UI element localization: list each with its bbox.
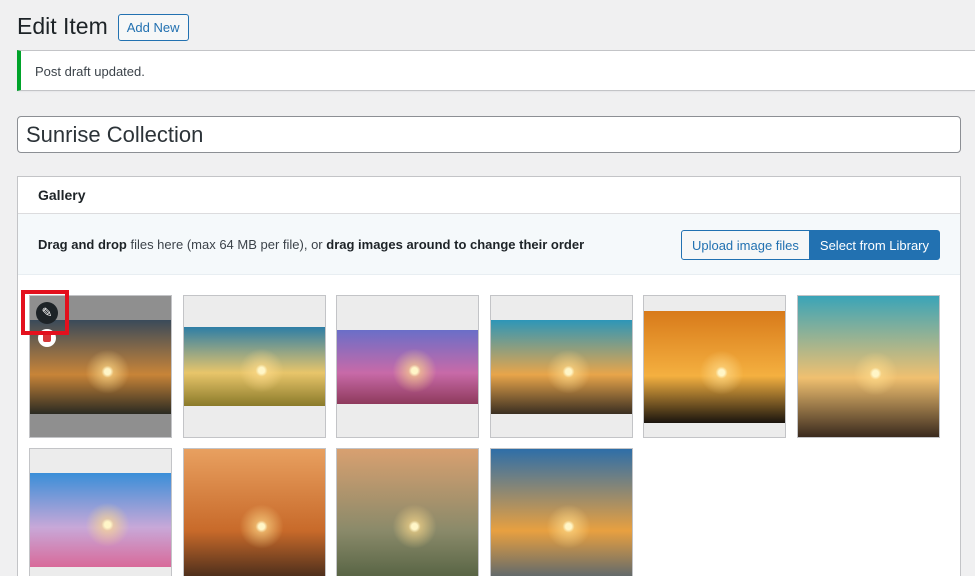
upload-dropzone[interactable]: Drag and drop files here (max 64 MB per … xyxy=(18,214,960,275)
gallery-tile-sun-behind-hills[interactable] xyxy=(797,295,940,438)
page-title: Edit Item xyxy=(17,13,108,39)
gallery-tile-pink-coastline-dusk[interactable] xyxy=(29,448,172,576)
gallery-tile-grass-at-sunrise[interactable] xyxy=(336,448,479,576)
gallery-tile-sunrise-over-field[interactable] xyxy=(183,295,326,438)
page-header: Edit Item Add New xyxy=(17,12,189,41)
post-title-input[interactable] xyxy=(17,116,961,153)
gallery-image-orange-mountain-haze xyxy=(184,449,325,576)
gallery-tile-ocean-sun-reflection[interactable] xyxy=(490,448,633,576)
gallery-tile-sunburst-over-hills[interactable] xyxy=(490,295,633,438)
edit-highlight-box xyxy=(21,290,69,335)
dropzone-tail: drag images around to change their order xyxy=(326,237,585,252)
gallery-tile-purple-beach-sunset[interactable] xyxy=(336,295,479,438)
gallery-image-ocean-sun-reflection xyxy=(491,449,632,576)
gallery-image-sunburst-over-hills xyxy=(491,320,632,414)
gallery-image-sunrise-over-field xyxy=(184,327,325,406)
gallery-image-purple-beach-sunset xyxy=(337,330,478,404)
gallery-image-sun-behind-hills xyxy=(798,296,939,437)
add-new-button[interactable]: Add New xyxy=(117,14,189,41)
gallery-image-grass-at-sunrise xyxy=(337,449,478,576)
upload-image-files-button[interactable]: Upload image files xyxy=(680,230,810,260)
gallery-image-pink-coastline-dusk xyxy=(30,473,171,567)
gallery-tile-orange-mountain-haze[interactable] xyxy=(183,448,326,576)
gallery-header[interactable]: Gallery xyxy=(18,177,960,214)
notice-text: Post draft updated. xyxy=(35,64,145,79)
upload-button-group: Upload image files Select from Library xyxy=(680,230,940,260)
dropzone-lead: Drag and drop xyxy=(38,237,127,252)
dropzone-middle: files here (max 64 MB per file), or xyxy=(126,237,327,252)
select-from-library-button[interactable]: Select from Library xyxy=(808,230,940,260)
update-notice: Post draft updated. xyxy=(17,50,975,91)
gallery-metabox: Gallery Drag and drop files here (max 64… xyxy=(17,176,961,576)
gallery-heading: Gallery xyxy=(38,187,86,203)
dropzone-instructions: Drag and drop files here (max 64 MB per … xyxy=(38,214,584,275)
gallery-image-orange-sea-sunset xyxy=(644,311,785,423)
gallery-tile-orange-sea-sunset[interactable] xyxy=(643,295,786,438)
